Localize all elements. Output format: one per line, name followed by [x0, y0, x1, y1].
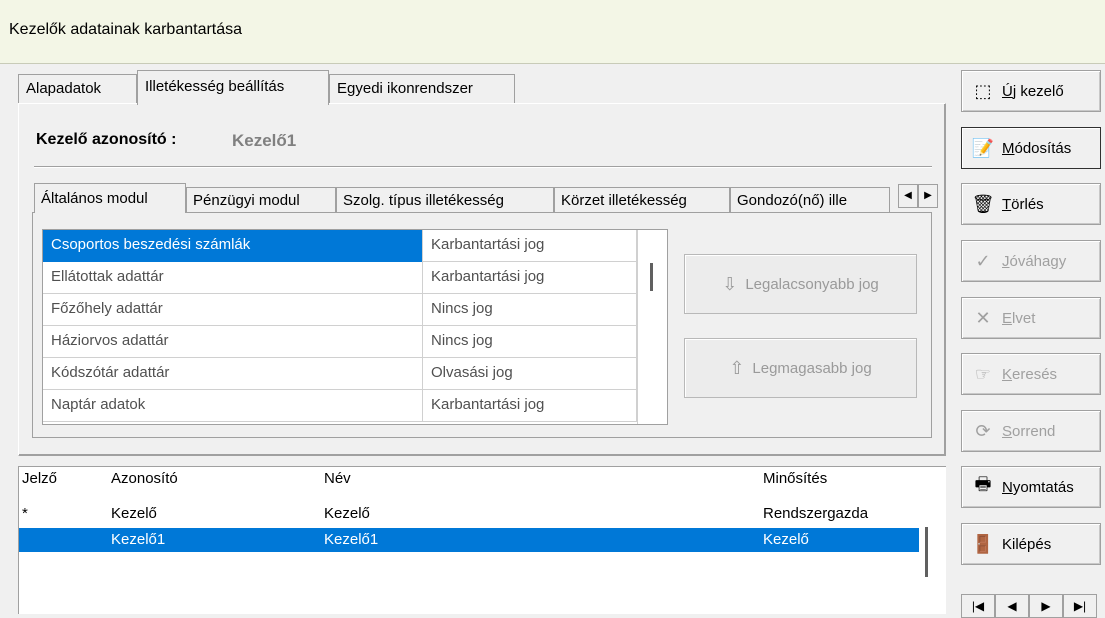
arrow-down-icon: ⇩ [722, 273, 738, 294]
row-azonosito: Kezelő1 [111, 531, 166, 548]
tab-penzugyi-modul[interactable]: Pénzügyi modul [186, 187, 336, 213]
tab-gondozo[interactable]: Gondozó(nő) ille [730, 187, 890, 213]
modify-button[interactable]: 📝 Módosítás [961, 127, 1101, 169]
exit-door-icon: 🚪 [971, 533, 995, 554]
kezelo-list: Jelző Azonosító Név Minősítés * Kezelő K… [18, 466, 946, 614]
col-minosites[interactable]: Minősítés [763, 470, 827, 487]
tab-scroll-right-icon[interactable]: ▶ [918, 184, 938, 208]
separator [34, 166, 932, 168]
tab-scroll: ◀ ▶ [898, 184, 938, 208]
modify-label: Módosítás [1002, 139, 1072, 157]
discard-button[interactable]: ✕ Elvet [961, 297, 1101, 339]
pointing-hand-icon: ☞ [974, 363, 992, 384]
table-row[interactable]: Háziorvos adattár Nincs jog [43, 326, 637, 358]
permission-right: Karbantartási jog [423, 230, 637, 262]
permission-name: Naptár adatok [43, 390, 423, 422]
col-jelzo[interactable]: Jelző [22, 470, 57, 487]
table-row[interactable]: Ellátottak adattár Karbantartási jog [43, 262, 637, 294]
tab-korzet[interactable]: Körzet illetékesség [554, 187, 730, 213]
permission-right: Nincs jog [423, 294, 637, 326]
list-item[interactable]: * Kezelő Kezelő Rendszergazda [19, 502, 919, 526]
permission-right: Olvasási jog [423, 358, 637, 390]
approve-label: Jóváhagy [1002, 252, 1067, 270]
exit-button[interactable]: 🚪 Kilépés [961, 523, 1101, 565]
table-row[interactable]: Naptár adatok Karbantartási jog [43, 390, 637, 422]
kezelo-azonosito-value: Kezelő1 [232, 131, 297, 150]
col-nev[interactable]: Név [324, 470, 351, 487]
permission-name: Főzőhely adattár [43, 294, 423, 326]
tab-egyedi-ikonrendszer[interactable]: Egyedi ikonrendszer [329, 74, 515, 104]
cross-icon: ✕ [975, 307, 991, 328]
print-label: Nyomtatás [1002, 478, 1074, 496]
tab-altalanos-modul[interactable]: Általános modul [34, 183, 186, 213]
list-header: Jelző Azonosító Név Minősítés [19, 467, 919, 491]
new-user-button[interactable]: ⬚ Új kezelő [961, 70, 1101, 112]
permission-grid: Csoportos beszedési számlák Karbantartás… [42, 229, 668, 425]
new-user-label: Új kezelő [1002, 82, 1064, 100]
approve-button[interactable]: ✓ Jóváhagy [961, 240, 1101, 282]
list-scroll-thumb[interactable] [925, 527, 928, 577]
kezelo-azonosito-label: Kezelő azonosító : [36, 131, 177, 148]
permission-name: Ellátottak adattár [43, 262, 423, 294]
highest-right-button[interactable]: ⇧ Legmagasabb jog [684, 338, 917, 398]
row-jelzo: * [22, 505, 28, 522]
table-row[interactable]: Kódszótár adattár Olvasási jog [43, 358, 637, 390]
lowest-right-label: Legalacsonyabb jog [745, 275, 879, 293]
tab-illetekesseg[interactable]: Illetékesség beállítás [137, 70, 329, 105]
tab-szolg-tipus[interactable]: Szolg. típus illetékesség [336, 187, 554, 213]
permission-name: Háziorvos adattár [43, 326, 423, 358]
delete-button[interactable]: 🗑 Törlés [961, 183, 1101, 225]
order-button[interactable]: ⟳ Sorrend [961, 410, 1101, 452]
prev-record-icon[interactable]: ◀ [995, 594, 1029, 618]
permission-name: Kódszótár adattár [43, 358, 423, 390]
permission-right: Nincs jog [423, 326, 637, 358]
arrow-up-icon: ⇧ [729, 357, 745, 378]
search-button[interactable]: ☞ Keresés [961, 353, 1101, 395]
last-record-icon[interactable]: ▶| [1063, 594, 1097, 618]
exit-label: Kilépés [1002, 535, 1052, 553]
search-label: Keresés [1002, 365, 1058, 383]
first-record-icon[interactable]: |◀ [961, 594, 995, 618]
discard-label: Elvet [1002, 309, 1036, 327]
refresh-icon: ⟳ [975, 420, 991, 441]
list-item[interactable]: Kezelő1 Kezelő1 Kezelő [19, 528, 919, 552]
permission-right: Karbantartási jog [423, 262, 637, 294]
lowest-right-button[interactable]: ⇩ Legalacsonyabb jog [684, 254, 917, 314]
row-nev: Kezelő1 [324, 531, 379, 548]
new-document-icon: ⬚ [974, 80, 992, 101]
highest-right-label: Legmagasabb jog [752, 359, 872, 377]
order-label: Sorrend [1002, 422, 1056, 440]
row-minosites: Kezelő [763, 531, 809, 548]
tab-scroll-left-icon[interactable]: ◀ [898, 184, 918, 208]
trash-icon: 🗑 [971, 193, 995, 214]
scroll-thumb[interactable] [650, 263, 653, 291]
permission-name: Csoportos beszedési számlák [43, 230, 423, 262]
row-azonosito: Kezelő [111, 505, 157, 522]
tab-alapadatok[interactable]: Alapadatok [18, 74, 137, 104]
record-navigator: |◀ ◀ ▶ ▶| [961, 594, 1097, 618]
module-tabstrip: Általános modul Pénzügyi modul Szolg. tí… [34, 183, 914, 213]
row-minosites: Rendszergazda [763, 505, 869, 522]
table-row[interactable]: Csoportos beszedési számlák Karbantartás… [43, 230, 637, 262]
row-nev: Kezelő [324, 505, 370, 522]
table-row[interactable]: Főzőhely adattár Nincs jog [43, 294, 637, 326]
window-title: Kezelők adatainak karbantartása [0, 0, 1105, 64]
print-button[interactable]: 🖶 Nyomtatás [961, 466, 1101, 508]
col-azonosito[interactable]: Azonosító [111, 470, 178, 487]
edit-document-icon: 📝 [971, 137, 995, 158]
grid-scrollbar[interactable] [637, 230, 667, 424]
checkmark-icon: ✓ [975, 250, 991, 271]
next-record-icon[interactable]: ▶ [1029, 594, 1063, 618]
printer-icon: 🖶 [974, 474, 992, 494]
delete-label: Törlés [1002, 195, 1044, 213]
permission-right: Karbantartási jog [423, 390, 637, 422]
